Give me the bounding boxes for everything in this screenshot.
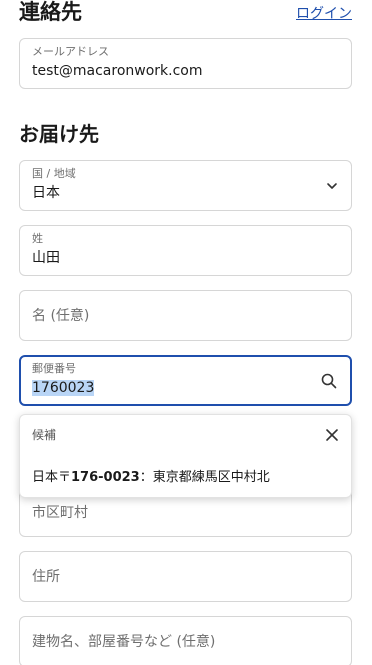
- postal-code-label: 郵便番号: [32, 362, 76, 375]
- postal-code-value[interactable]: 1760023: [32, 379, 95, 397]
- suggestion-address: ：東京都練馬区中村北: [139, 470, 270, 485]
- contact-title: 連絡先: [19, 0, 82, 24]
- building-placeholder[interactable]: 建物名、部屋番号など (任意): [32, 633, 215, 651]
- country-select[interactable]: 国 / 地域 日本: [19, 160, 352, 211]
- login-link[interactable]: ログイン: [296, 3, 352, 23]
- first-name-field[interactable]: 名 (任意): [19, 290, 352, 341]
- suggestion-prefix: 日本〒: [32, 470, 72, 485]
- suggestion-item[interactable]: 日本〒176-0023：東京都練馬区中村北: [32, 469, 270, 487]
- email-value[interactable]: test@macaronwork.com: [32, 62, 203, 80]
- shipping-title: お届け先: [19, 122, 99, 146]
- country-label: 国 / 地域: [32, 167, 76, 180]
- suggestions-title: 候補: [32, 428, 57, 442]
- email-label: メールアドレス: [32, 45, 109, 58]
- building-field[interactable]: 建物名、部屋番号など (任意): [19, 616, 352, 665]
- close-icon[interactable]: [323, 426, 341, 444]
- last-name-label: 姓: [32, 232, 43, 245]
- contact-header: 連絡先 ログイン: [19, 0, 352, 26]
- postal-code-field[interactable]: 郵便番号 1760023: [19, 355, 352, 406]
- city-placeholder[interactable]: 市区町村: [32, 504, 88, 522]
- email-field[interactable]: メールアドレス test@macaronwork.com: [19, 38, 352, 89]
- suggestion-postal-code: 176-0023: [71, 470, 140, 485]
- postal-code-selected-text[interactable]: 1760023: [32, 380, 95, 396]
- search-icon[interactable]: [320, 372, 338, 390]
- postal-suggestions-popup: 候補 日本〒176-0023：東京都練馬区中村北: [19, 414, 352, 498]
- address-field[interactable]: 住所: [19, 551, 352, 602]
- country-value[interactable]: 日本: [32, 184, 60, 202]
- address-placeholder[interactable]: 住所: [32, 568, 60, 586]
- chevron-down-icon[interactable]: [325, 179, 339, 193]
- checkout-page: 連絡先 ログイン メールアドレス test@macaronwork.com お届…: [0, 0, 372, 665]
- first-name-placeholder[interactable]: 名 (任意): [32, 307, 89, 325]
- last-name-value[interactable]: 山田: [32, 249, 60, 267]
- last-name-field[interactable]: 姓 山田: [19, 225, 352, 276]
